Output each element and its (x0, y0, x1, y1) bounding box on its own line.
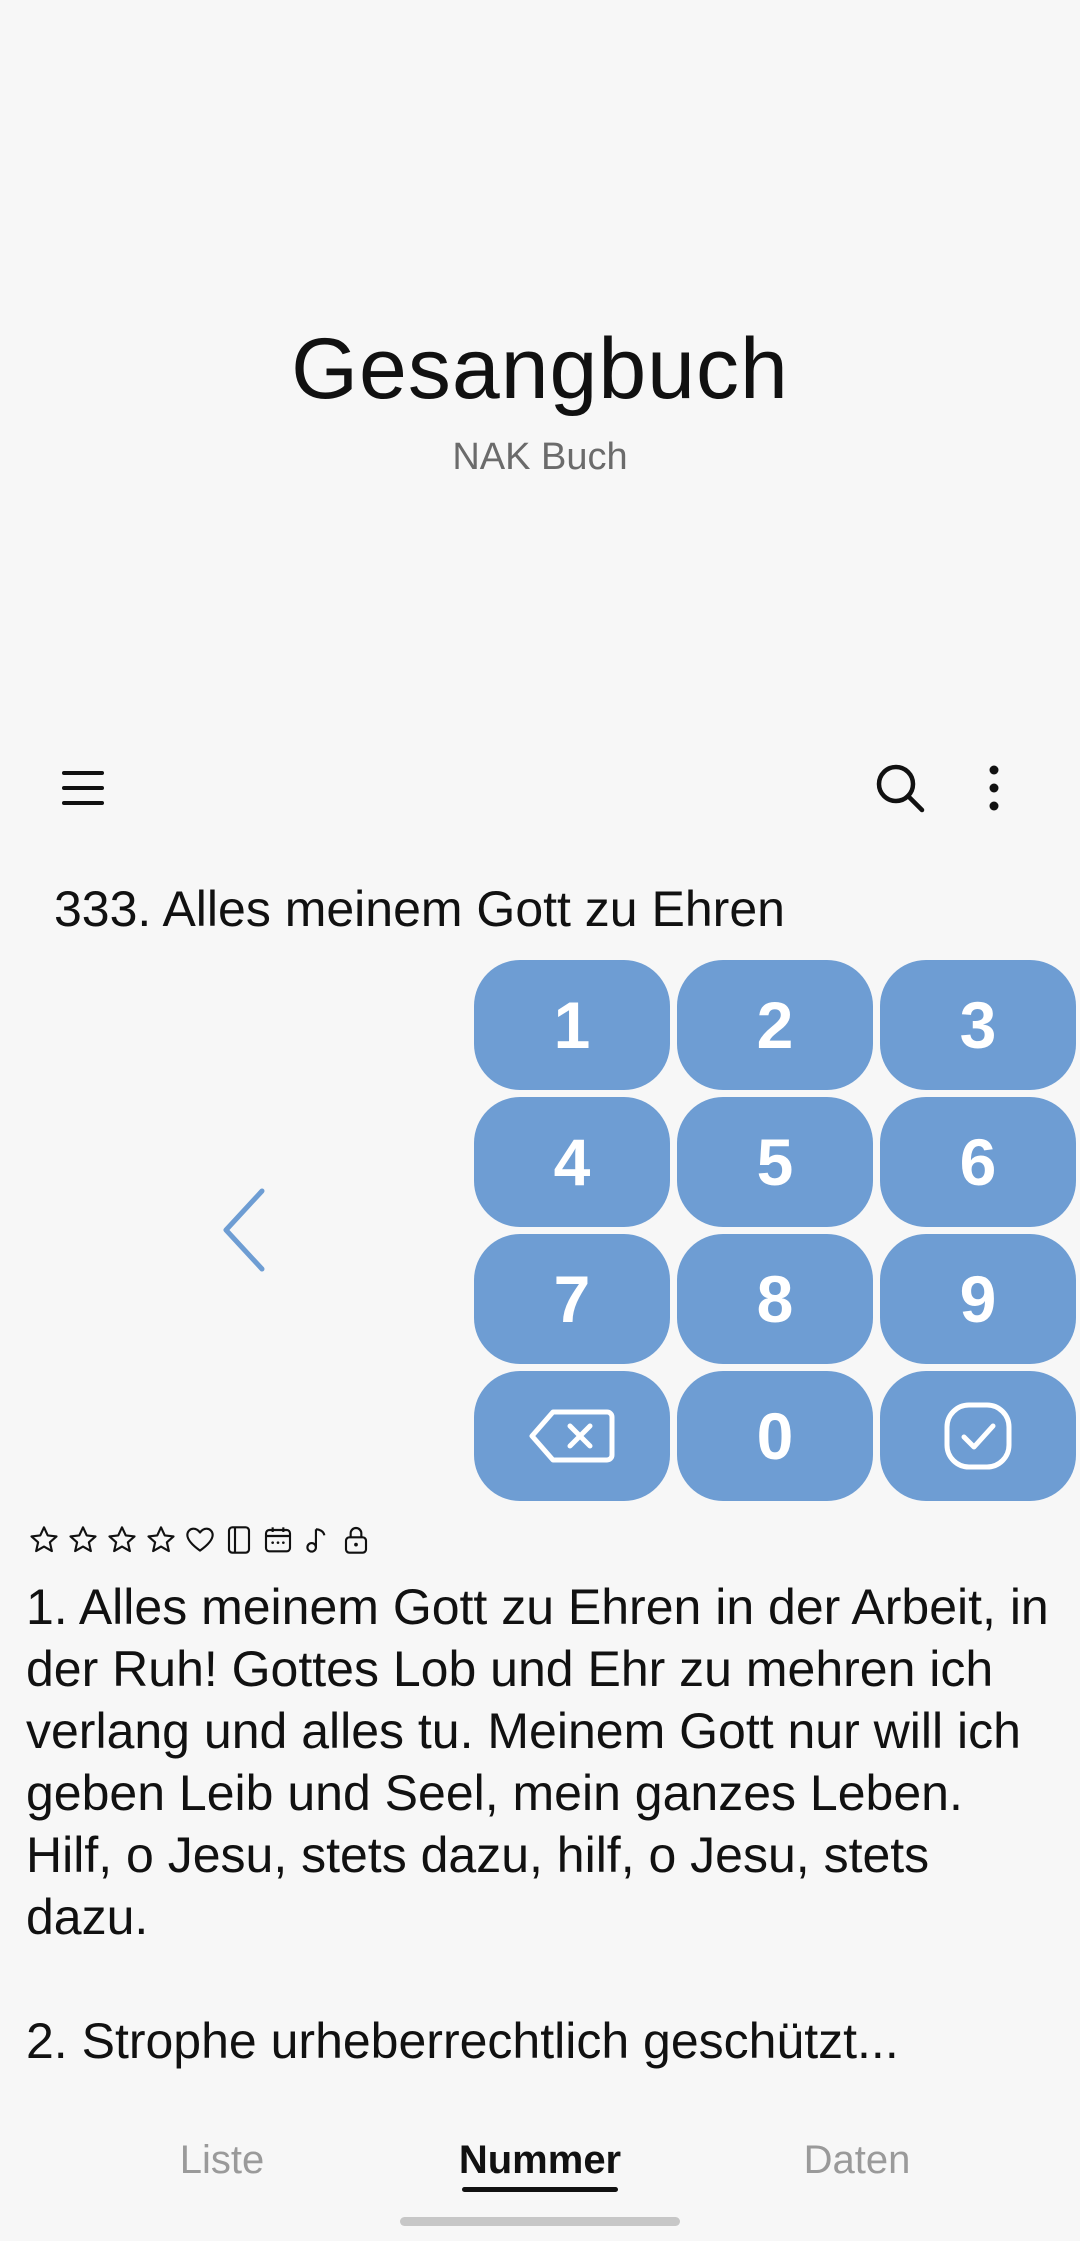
check-square-icon (944, 1402, 1012, 1470)
number-keypad: 1 2 3 4 5 6 7 8 9 0 (474, 960, 1078, 1501)
lock-icon[interactable] (338, 1522, 374, 1558)
key-0[interactable]: 0 (677, 1371, 873, 1501)
page-title: Gesangbuch (291, 321, 789, 417)
key-3[interactable]: 3 (880, 960, 1076, 1090)
star-icon[interactable] (143, 1522, 179, 1558)
heart-icon[interactable] (182, 1522, 218, 1558)
key-7[interactable]: 7 (474, 1234, 670, 1364)
app-screen: Gesangbuch NAK Buch 333. Alles meinem Go… (0, 0, 1080, 2241)
hymn-title: 333. Alles meinem Gott zu Ehren (54, 881, 785, 937)
key-5[interactable]: 5 (677, 1097, 873, 1227)
hamburger-menu-icon (62, 771, 104, 805)
backspace-key[interactable] (474, 1371, 670, 1501)
key-6[interactable]: 6 (880, 1097, 1076, 1227)
calendar-icon[interactable] (260, 1522, 296, 1558)
key-8[interactable]: 8 (677, 1234, 873, 1364)
active-tab-indicator (462, 2187, 618, 2192)
star-icon[interactable] (26, 1522, 62, 1558)
key-2[interactable]: 2 (677, 960, 873, 1090)
key-4[interactable]: 4 (474, 1097, 670, 1227)
star-icon[interactable] (104, 1522, 140, 1558)
confirm-key[interactable] (880, 1371, 1076, 1501)
backspace-icon (529, 1409, 615, 1463)
key-9[interactable]: 9 (880, 1234, 1076, 1364)
search-button[interactable] (852, 740, 948, 836)
menu-button[interactable] (36, 740, 132, 836)
chevron-left-icon (223, 1188, 265, 1272)
previous-hymn-button[interactable] (196, 1170, 292, 1290)
tab-liste[interactable]: Liste (150, 2138, 294, 2183)
bookmark-icon[interactable] (221, 1522, 257, 1558)
music-note-icon[interactable] (299, 1522, 335, 1558)
home-indicator[interactable] (400, 2217, 680, 2226)
key-1[interactable]: 1 (474, 960, 670, 1090)
tab-daten[interactable]: Daten (782, 2138, 932, 2183)
hymn-status-icons (26, 1520, 374, 1560)
lyrics: 1. Alles meinem Gott zu Ehren in der Arb… (26, 1576, 1056, 2072)
tab-nummer[interactable]: Nummer (454, 2138, 626, 2183)
verse-1: 1. Alles meinem Gott zu Ehren in der Arb… (26, 1579, 1049, 1945)
search-icon (876, 764, 925, 813)
page-subtitle: NAK Buch (452, 436, 628, 478)
more-vertical-icon (989, 765, 999, 811)
verse-2: 2. Strophe urheberrechtlich geschützt... (26, 2013, 899, 2069)
more-options-button[interactable] (946, 740, 1042, 836)
star-icon[interactable] (65, 1522, 101, 1558)
